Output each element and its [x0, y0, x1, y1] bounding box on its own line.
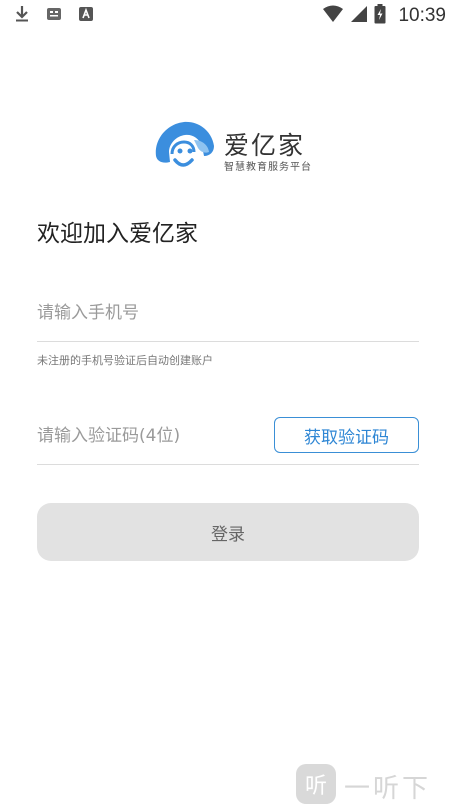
- status-right-icons: 10:39: [322, 4, 446, 28]
- status-bar: 10:39: [0, 0, 456, 32]
- logo-subtitle: 智慧教育服务平台: [224, 162, 312, 173]
- font-app-icon: [78, 6, 94, 26]
- download-icon: [14, 5, 30, 27]
- wifi-icon: [322, 5, 344, 27]
- phone-input[interactable]: [37, 292, 419, 334]
- get-code-button[interactable]: 获取验证码: [274, 417, 419, 453]
- logo-title: 爱亿家: [224, 131, 306, 160]
- status-time: 10:39: [398, 5, 446, 26]
- welcome-heading: 欢迎加入爱亿家: [37, 221, 198, 247]
- app-logo: 爱亿家 智慧教育服务平台: [152, 118, 312, 178]
- register-hint: 未注册的手机号验证后自动创建账户: [37, 354, 213, 367]
- battery-charging-icon: [374, 4, 386, 28]
- logo-mark-icon: [155, 121, 214, 167]
- verification-code-input[interactable]: [37, 416, 262, 456]
- phone-divider: [37, 341, 419, 342]
- code-divider: [37, 464, 419, 465]
- notification-icon: [46, 6, 62, 26]
- watermark-badge: 听: [296, 764, 336, 804]
- cell-signal-icon: [350, 5, 368, 27]
- login-button[interactable]: 登录: [37, 503, 419, 561]
- status-left-icons: [14, 5, 94, 27]
- watermark-text: 一听下载: [344, 774, 432, 804]
- watermark: 听 一听下载: [296, 762, 454, 806]
